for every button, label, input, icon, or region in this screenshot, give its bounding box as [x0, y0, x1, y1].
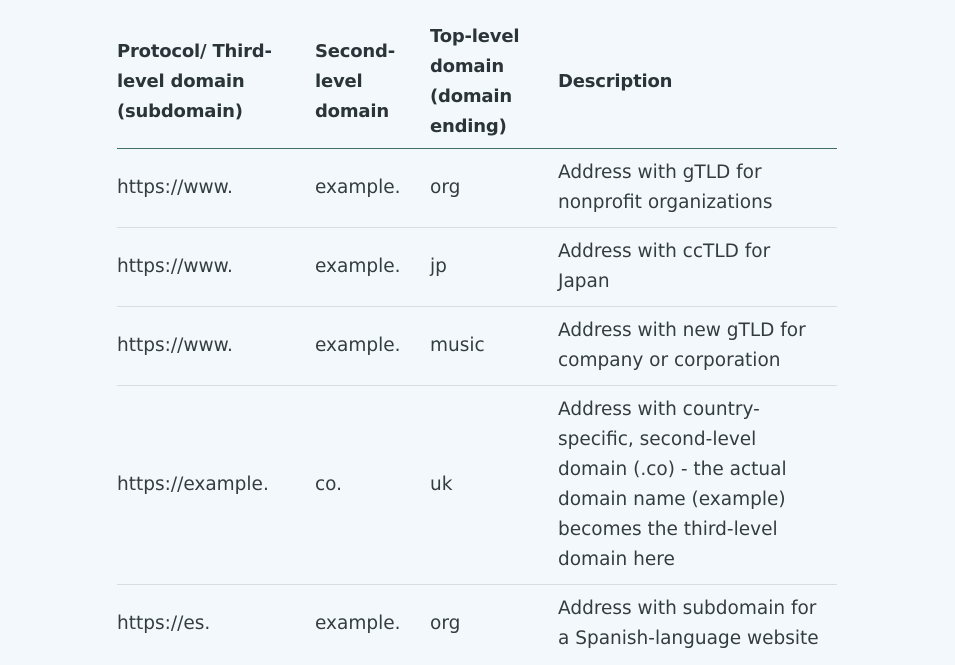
cell-second-level: co.: [315, 385, 430, 585]
table-row: https://www. example. org Address with g…: [117, 148, 837, 228]
cell-description: Address with gTLD for nonprofit organiza…: [558, 148, 837, 228]
table-row: https://example. co. uk Address with cou…: [117, 385, 837, 585]
table-row: https://www. example. music Address with…: [117, 306, 837, 386]
cell-subdomain: https://www.: [117, 306, 315, 386]
cell-second-level: example.: [315, 306, 430, 386]
header-second-level: Second-level domain: [315, 22, 430, 149]
table-body: https://www. example. org Address with g…: [117, 148, 837, 664]
header-subdomain: Protocol/ Third-level domain (subdomain): [117, 22, 315, 149]
cell-second-level: example.: [315, 613, 401, 634]
cell-description: Address with subdomain for a Spanish-lan…: [558, 598, 819, 649]
cell-top-level: uk: [430, 385, 558, 585]
cell-top-level: org: [430, 148, 558, 228]
cell-description: Address with ccTLD for Japan: [558, 227, 837, 307]
cell-second-level: example.: [315, 227, 430, 307]
cell-top-level: music: [430, 306, 558, 386]
header-description: Description: [558, 22, 837, 149]
cell-second-level: example.: [315, 148, 430, 228]
cell-top-level: org: [430, 613, 461, 634]
table-header: Protocol/ Third-level domain (subdomain)…: [117, 22, 837, 149]
cell-description: Address with new gTLD for company or cor…: [558, 306, 837, 386]
cell-top-level: jp: [430, 227, 558, 307]
header-top-level: Top-level domain (domain ending): [430, 22, 558, 149]
cell-subdomain: https://www.: [117, 227, 315, 307]
domain-structure-table: Protocol/ Third-level domain (subdomain)…: [117, 22, 837, 663]
cell-subdomain: https://example.: [117, 385, 315, 585]
cell-description: Address with country-specific, second-le…: [558, 385, 837, 585]
cell-subdomain: https://es.: [117, 613, 211, 634]
header-row: Protocol/ Third-level domain (subdomain)…: [117, 22, 837, 149]
cell-subdomain: https://www.: [117, 148, 315, 228]
table-row: https://es. example. org Address with su…: [117, 585, 837, 664]
table-row: https://www. example. jp Address with cc…: [117, 227, 837, 307]
